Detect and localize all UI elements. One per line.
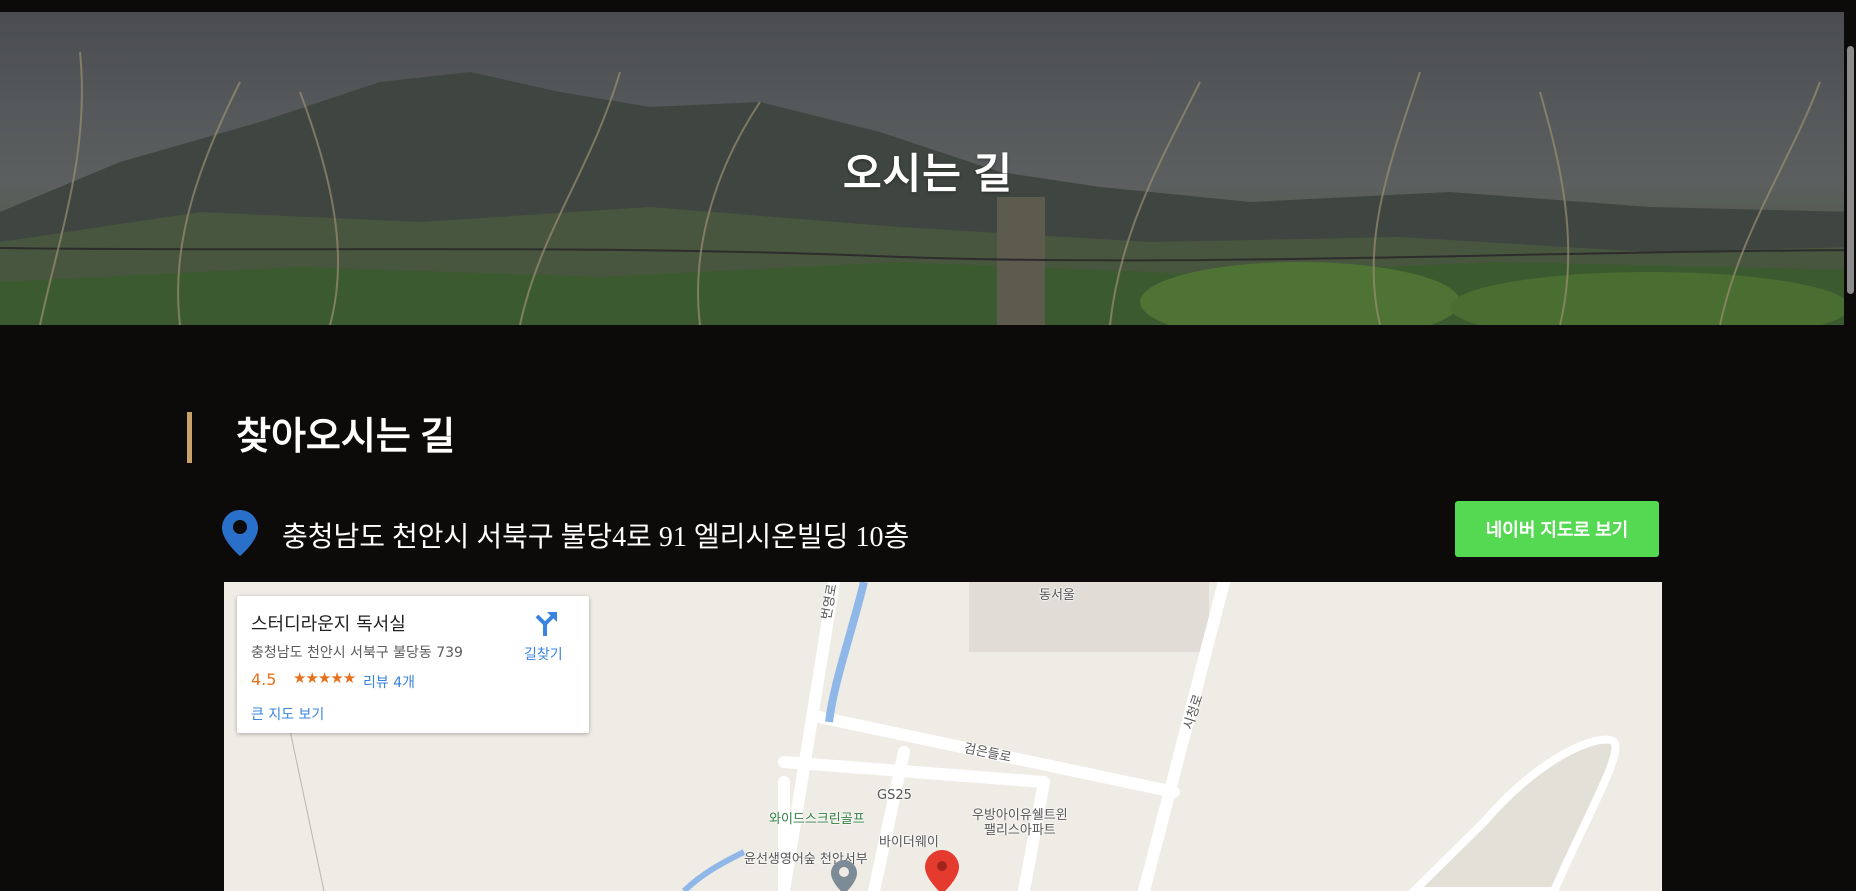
reviews-link[interactable]: 리뷰 4개: [363, 672, 415, 692]
nearby-pin-icon[interactable]: [831, 860, 857, 891]
naver-map-button[interactable]: 네이버 지도로 보기: [1455, 501, 1659, 557]
place-info-card: 스터디라운지 독서실 충청남도 천안시 서북구 불당동 739 4.5 ★★★★…: [237, 596, 589, 733]
page-title: 오시는 길: [842, 152, 1014, 198]
section-accent-bar: [187, 412, 192, 463]
map-pin-icon: [222, 510, 258, 556]
address-text: 충청남도 천안시 서북구 불당4로 91 엘리시온빌딩 10층: [282, 522, 910, 553]
map-label-apartment-2: 팰리스아파트: [984, 823, 1056, 838]
location-marker-icon[interactable]: [925, 850, 959, 891]
view-larger-map-link[interactable]: 큰 지도 보기: [251, 704, 324, 724]
embedded-map[interactable]: 스터디라운지 독서실 충청남도 천안시 서북구 불당동 739 4.5 ★★★★…: [224, 582, 1662, 891]
map-label-buyway: 바이더웨이: [879, 835, 939, 850]
rating-stars: ★★★★★: [293, 669, 356, 687]
directions-link[interactable]: 길찾기: [524, 644, 563, 664]
section-title: 찾아오시는 길: [236, 416, 456, 458]
map-label-golf: 와이드스크린골프: [769, 812, 865, 827]
scrollbar-thumb[interactable]: [1847, 46, 1854, 294]
place-address: 충청남도 천안시 서북구 불당동 739: [251, 645, 463, 661]
top-bar: [0, 0, 1856, 12]
directions-icon[interactable]: [531, 610, 559, 638]
place-name: 스터디라운지 독서실: [251, 614, 406, 635]
map-label-top: 동서울: [1039, 588, 1075, 603]
hero-banner: 오시는 길: [0, 12, 1856, 325]
map-label-gs25: GS25: [877, 788, 912, 803]
scrollbar[interactable]: [1844, 12, 1856, 891]
place-rating: 4.5: [251, 670, 277, 689]
